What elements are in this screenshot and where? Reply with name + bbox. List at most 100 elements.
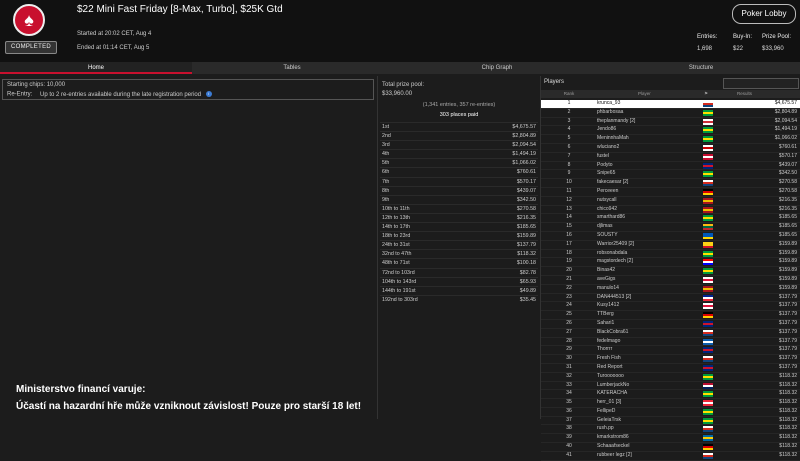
player-header[interactable]: Player	[638, 90, 651, 98]
country-flag-icon	[703, 303, 713, 310]
country-flag-icon	[703, 162, 713, 169]
payout-row: 9th $342.50	[380, 194, 538, 204]
player-row[interactable]: 29 Thorrrr $137.79	[541, 346, 800, 356]
country-flag-icon	[703, 426, 713, 433]
player-row[interactable]: 36 FellipeD $118.32	[541, 408, 800, 417]
player-row[interactable]: 23 DAN444513 [2] $137.79	[541, 294, 800, 303]
player-rank: 22	[566, 284, 572, 291]
warning-line-1: Ministerstvo financí varuje:	[16, 384, 146, 395]
entries-summary: (1,341 entries, 357 re-entries)	[422, 102, 496, 108]
player-result: $2,094.54	[774, 117, 797, 124]
player-row[interactable]: 30 Fresh Fish $137.79	[541, 355, 800, 364]
player-row[interactable]: 33 LumberjackNo $118.32	[541, 382, 800, 391]
player-row[interactable]: 5 MeninnhaMah $1,066.02	[541, 135, 800, 144]
player-name: theplanmandy [2]	[597, 117, 636, 124]
player-row[interactable]: 17 Warrior25409 [2] $159.89	[541, 241, 800, 250]
player-result: $2,804.89	[774, 108, 797, 115]
player-row[interactable]: 38 rush.pp $118.32	[541, 425, 800, 435]
player-name: kmarkstrom86	[597, 434, 629, 441]
player-row[interactable]: 15 djlimas $185.65	[541, 223, 800, 232]
player-row[interactable]: 4 Jendo86 $1,494.19	[541, 126, 800, 136]
player-row[interactable]: 14 smarthard86 $185.65	[541, 214, 800, 224]
payout-row: 32nd to 47th $118.32	[380, 249, 538, 258]
player-row[interactable]: 22 manulo14 $159.89	[541, 285, 800, 294]
player-row[interactable]: 32 Turooooooo $118.32	[541, 373, 800, 382]
payout-place: 104th to 143rd	[382, 278, 417, 285]
player-row[interactable]: 3 theplanmandy [2] $2,094.54	[541, 118, 800, 127]
player-row[interactable]: 9 Snipe65 $342.50	[541, 170, 800, 180]
payout-amount: $270.58	[516, 205, 536, 212]
player-row[interactable]: 6 wluciano2 $760.61	[541, 144, 800, 153]
tab-home[interactable]: Home	[0, 62, 192, 74]
payout-amount: $760.61	[516, 169, 536, 176]
flag-header-icon[interactable]: ⚑	[704, 90, 708, 98]
rank-header[interactable]: Rank	[541, 90, 597, 98]
player-row[interactable]: 11 Perceeen $270.58	[541, 188, 800, 197]
player-row[interactable]: 19 magstordech [2] $159.89	[541, 258, 800, 268]
payout-row: 10th to 11th $270.58	[380, 203, 538, 213]
player-row[interactable]: 13 chico942 $216.35	[541, 206, 800, 215]
player-row[interactable]: 35 herr_01 [3] $118.32	[541, 399, 800, 408]
player-row[interactable]: 26 Sahari1 $137.79	[541, 320, 800, 329]
player-row[interactable]: 21 aveGigs $159.89	[541, 276, 800, 285]
country-flag-icon	[703, 444, 713, 451]
results-header[interactable]: Results	[737, 90, 752, 98]
player-row[interactable]: 31 Red Report $137.79	[541, 364, 800, 373]
country-flag-icon	[703, 268, 713, 275]
player-row[interactable]: 24 Kusy1412 $137.79	[541, 302, 800, 312]
tab-tables[interactable]: Tables	[192, 62, 392, 74]
player-rank: 7	[567, 152, 571, 159]
player-row[interactable]: 18 robsonabdala $159.89	[541, 250, 800, 259]
country-flag-icon	[703, 285, 713, 292]
payout-row: 12th to 13th $216.35	[380, 212, 538, 222]
player-row[interactable]: 10 fakecaesar [2] $270.58	[541, 179, 800, 188]
payout-row: 24th to 31st $137.79	[380, 240, 538, 249]
tab-structure[interactable]: Structure	[602, 62, 800, 74]
payout-place: 6th	[382, 169, 390, 176]
payout-place: 14th to 17th	[382, 224, 410, 231]
country-flag-icon	[703, 320, 713, 327]
payout-amount: $159.89	[516, 233, 536, 240]
player-row[interactable]: 7 fustel $570.17	[541, 153, 800, 162]
player-row[interactable]: 8 Podyto $439.07	[541, 162, 800, 171]
player-row[interactable]: 16 SOUSTY $185.65	[541, 232, 800, 241]
payout-row: 6th $760.61	[380, 167, 538, 176]
tab-chip-graph[interactable]: Chip Graph	[392, 62, 602, 74]
player-row[interactable]: 41 rubbeer legz [2] $118.32	[541, 452, 800, 461]
player-result: $137.79	[778, 363, 797, 370]
country-flag-icon	[703, 241, 713, 248]
players-list: 1 krunca_93 $4,675.57 2 phbarbosaa $2,804.89 3…	[541, 100, 800, 461]
player-row[interactable]: 12 nutsycall $216.35	[541, 197, 800, 206]
info-icon[interactable]: i	[205, 91, 212, 97]
player-rank: 33	[566, 381, 572, 388]
player-row[interactable]: 1 krunca_93 $4,675.57	[541, 100, 800, 109]
player-row[interactable]: 28 fedelmago $137.79	[541, 338, 800, 347]
poker-lobby-button[interactable]: Poker Lobby	[732, 4, 796, 24]
player-name: manulo14	[597, 284, 619, 291]
spade-icon: ♠	[24, 10, 34, 30]
player-search-input[interactable]	[723, 78, 799, 89]
payout-row: 18th to 23rd $159.89	[380, 231, 538, 240]
player-result: $159.89	[778, 284, 797, 291]
tab-bar: Home Tables Chip Graph Structure	[0, 62, 800, 74]
player-result: $118.32	[779, 390, 797, 397]
player-row[interactable]: 2 phbarbosaa $2,804.89	[541, 109, 800, 118]
player-row[interactable]: 20 Binas42 $159.89	[541, 267, 800, 276]
prizepool-label: Prize Pool:	[762, 34, 792, 40]
player-result: $137.79	[778, 328, 797, 335]
player-row[interactable]: 39 kmarkstrom86 $118.32	[541, 434, 800, 444]
prize-panel: Total prize pool: $33,960.00 (1,341 entr…	[377, 76, 540, 419]
player-row[interactable]: 37 GeleiaTrsk $118.32	[541, 417, 800, 426]
player-row[interactable]: 40 Schaaafseckel $118.32	[541, 443, 800, 452]
player-row[interactable]: 25 TTBerg $137.79	[541, 311, 800, 320]
player-result: $570.17	[778, 152, 797, 159]
country-flag-icon	[703, 391, 713, 398]
player-result: $118.32	[779, 443, 797, 450]
payout-place: 10th to 11th	[382, 205, 410, 212]
payout-place: 48th to 71st	[382, 260, 410, 267]
player-name: Red Report	[597, 363, 623, 370]
player-row[interactable]: 34 KATERACHA $118.32	[541, 390, 800, 400]
starting-chips-label: Starting chips:	[7, 82, 46, 88]
country-flag-icon	[703, 136, 713, 143]
player-row[interactable]: 27 BlackCobra61 $137.79	[541, 329, 800, 338]
